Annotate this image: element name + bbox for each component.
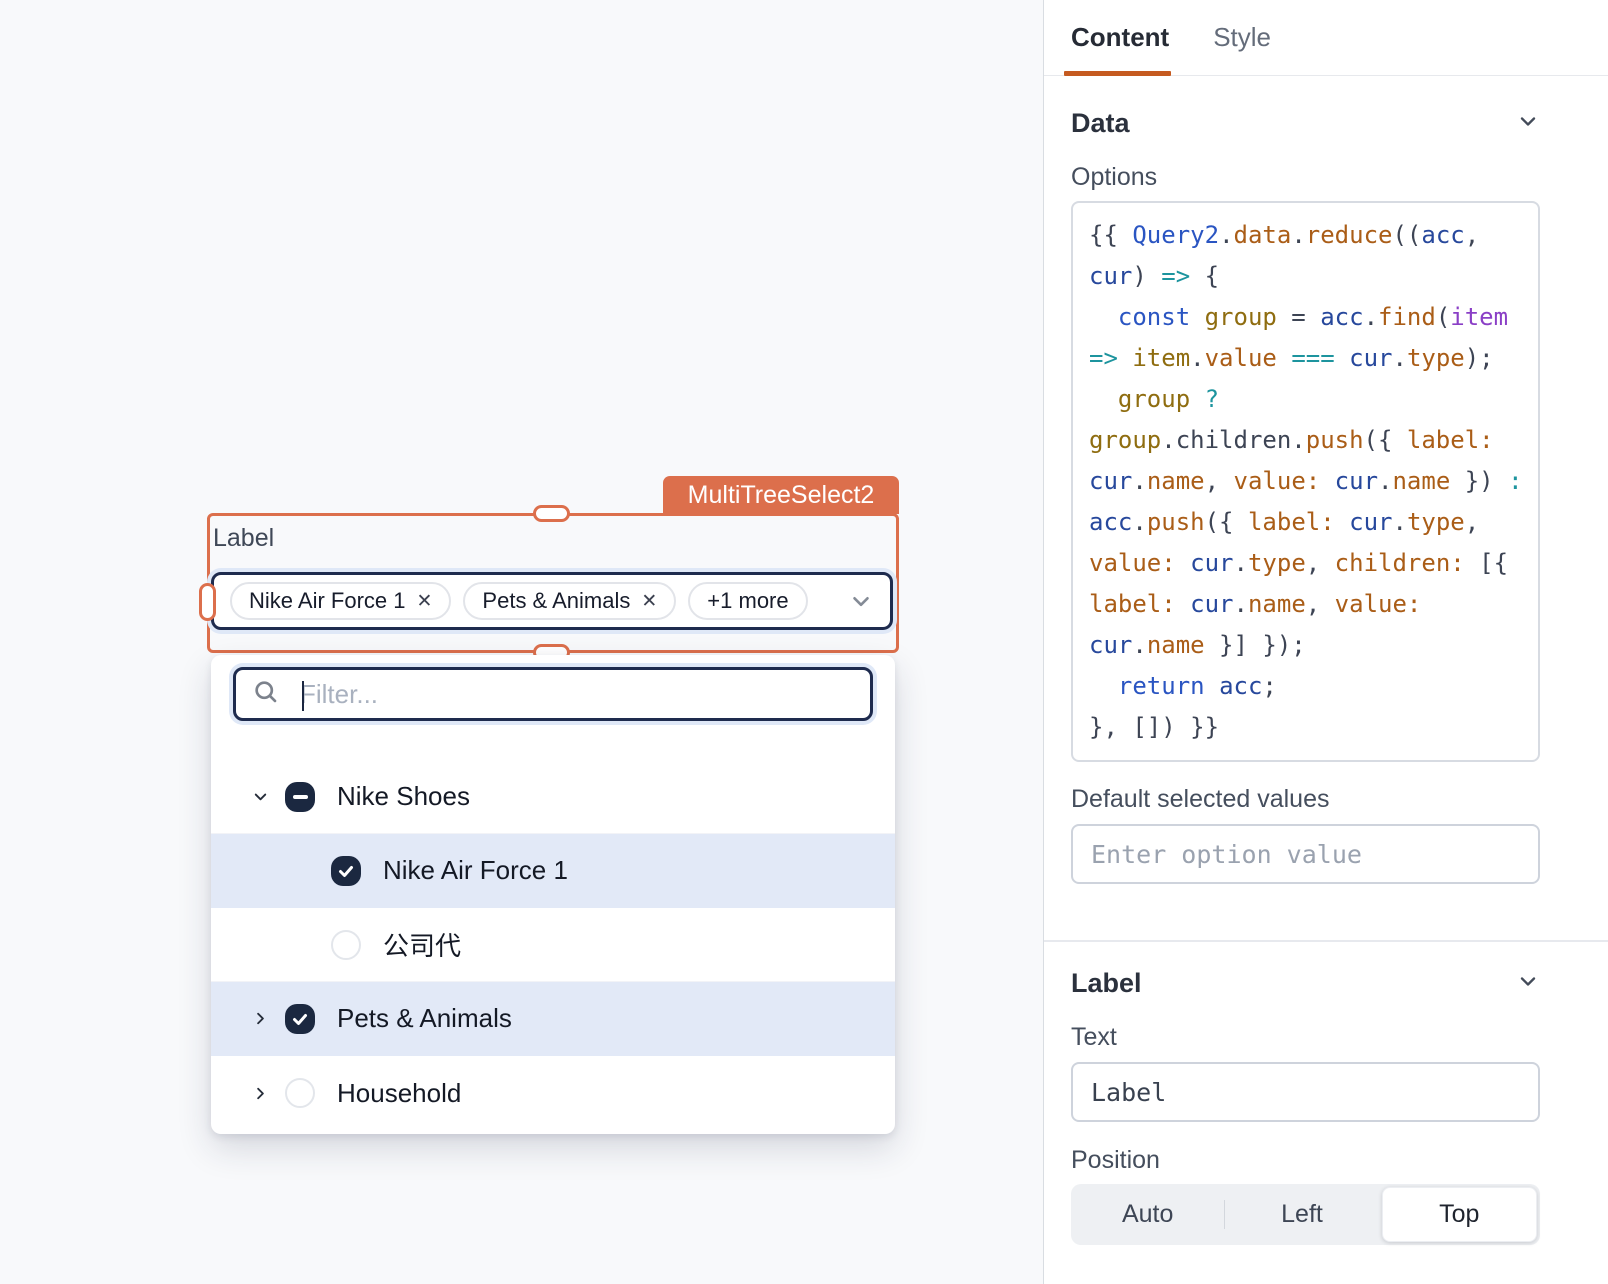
tree-option-label: Household [337, 1078, 461, 1109]
code-line: cur.name, value: cur.name }) : [1089, 461, 1522, 502]
default-selected-values-input[interactable] [1071, 824, 1540, 884]
code-line: const group = acc.find(item [1089, 297, 1522, 338]
checkbox-checked[interactable] [285, 1004, 315, 1034]
tree-option-label: Pets & Animals [337, 1003, 512, 1034]
position-label: Position [1071, 1146, 1540, 1175]
chip-label: Nike Air Force 1 [249, 588, 406, 614]
selected-option-chip[interactable]: Nike Air Force 1 ✕ [230, 582, 451, 620]
editor-canvas[interactable]: MultiTreeSelect2 Label Nike Air Force 1 ✕… [0, 0, 1043, 1284]
code-line: group.children.push({ label: [1089, 420, 1522, 461]
resize-handle-top[interactable] [533, 505, 570, 522]
tree-option-row[interactable]: Nike Shoes [211, 760, 895, 834]
tree-option-row[interactable]: Nike Air Force 1 [211, 834, 895, 908]
label-section-title: Label [1071, 968, 1142, 999]
checkbox-unchecked[interactable] [331, 930, 361, 960]
tab-content[interactable]: Content [1071, 22, 1169, 53]
options-code-editor[interactable]: {{ Query2.data.reduce((acc,cur) => { con… [1071, 201, 1540, 762]
tab-style[interactable]: Style [1213, 22, 1271, 53]
position-segmented-control: AutoLeftTop [1071, 1184, 1540, 1245]
remove-chip-icon[interactable]: ✕ [641, 592, 657, 611]
tree-option-row[interactable]: Pets & Animals [211, 982, 895, 1056]
data-section-title: Data [1071, 108, 1130, 139]
text-label: Text [1071, 1023, 1540, 1052]
chevron-down-icon[interactable] [249, 787, 271, 806]
selected-option-chip[interactable]: Pets & Animals ✕ [463, 582, 676, 620]
code-line: cur) => { [1089, 256, 1522, 297]
tree-option-label: Nike Shoes [337, 781, 470, 812]
selected-chips: Nike Air Force 1 ✕ Pets & Animals ✕ +1 more [230, 582, 808, 620]
chevron-down-icon[interactable] [1516, 109, 1540, 138]
section-divider [1044, 940, 1608, 942]
filter-input[interactable] [300, 679, 854, 710]
widget-label: Label [213, 524, 274, 553]
resize-handle-left[interactable] [199, 583, 216, 621]
code-line: cur.name }] }); [1089, 625, 1522, 666]
multitreeselect-input[interactable]: Nike Air Force 1 ✕ Pets & Animals ✕ +1 more [211, 572, 893, 630]
filter-field[interactable] [233, 667, 873, 721]
checkbox-checked[interactable] [331, 856, 361, 886]
default-selected-values-label: Default selected values [1071, 785, 1540, 814]
chevron-down-icon[interactable] [1516, 969, 1540, 998]
chevron-down-icon[interactable] [848, 588, 874, 614]
tree-option-label: 公司代 [383, 926, 461, 963]
remove-chip-icon[interactable]: ✕ [417, 592, 433, 611]
data-section-header[interactable]: Data [1071, 108, 1540, 139]
chevron-right-icon[interactable] [249, 1084, 271, 1103]
tree-option-row[interactable]: 公司代 [211, 908, 895, 982]
code-line: => item.value === cur.type); [1089, 338, 1522, 379]
label-text-input[interactable] [1071, 1062, 1540, 1122]
tree-option-row[interactable]: Household [211, 1056, 895, 1130]
checkbox-indeterminate[interactable] [285, 782, 315, 812]
active-tab-underline [1064, 71, 1171, 76]
label-section: Label Text Position AutoLeftTop [1044, 968, 1608, 1245]
chevron-right-icon[interactable] [249, 1009, 271, 1028]
position-option-auto[interactable]: Auto [1071, 1184, 1224, 1245]
search-icon [252, 678, 280, 711]
code-line: value: cur.type, children: [{ [1089, 543, 1522, 584]
code-line: label: cur.name, value: [1089, 584, 1522, 625]
checkbox-unchecked[interactable] [285, 1078, 315, 1108]
code-line: return acc; [1089, 666, 1522, 707]
selected-option-chip[interactable]: +1 more [688, 582, 807, 620]
options-label: Options [1071, 163, 1540, 192]
code-line: acc.push({ label: cur.type, [1089, 502, 1522, 543]
code-line: group ? [1089, 379, 1522, 420]
options-tree: Nike Shoes Nike Air Force 1 公司代 Pets & Anim… [211, 760, 895, 1130]
tree-option-label: Nike Air Force 1 [383, 855, 568, 886]
chip-label: +1 more [707, 588, 788, 614]
code-line: }, []) }} [1089, 707, 1522, 748]
text-cursor [302, 681, 304, 711]
label-section-header[interactable]: Label [1071, 968, 1540, 999]
position-option-top[interactable]: Top [1382, 1187, 1537, 1242]
chip-label: Pets & Animals [482, 588, 630, 614]
position-option-left[interactable]: Left [1225, 1184, 1378, 1245]
code-line: {{ Query2.data.reduce((acc, [1089, 215, 1522, 256]
data-section: Data Options {{ Query2.data.reduce((acc,… [1044, 108, 1608, 884]
inspector-panel: Content Style Data Options {{ Query2.dat… [1043, 0, 1608, 1284]
inspector-tabs: Content Style [1044, 0, 1608, 76]
widget-name-badge[interactable]: MultiTreeSelect2 [663, 476, 899, 514]
multitreeselect-dropdown: Nike Shoes Nike Air Force 1 公司代 Pets & Anim… [211, 655, 895, 1134]
